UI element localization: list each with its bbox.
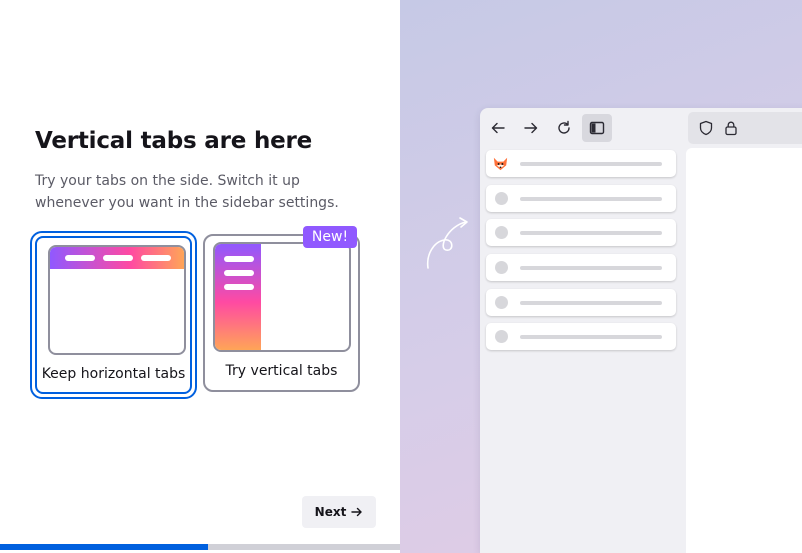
next-button[interactable]: Next bbox=[302, 496, 376, 528]
forward-arrow-icon bbox=[516, 114, 546, 142]
browser-toolbar bbox=[480, 108, 802, 148]
selected-indicator: Keep horizontal tabs bbox=[35, 236, 192, 394]
new-badge: New! bbox=[303, 226, 357, 248]
back-arrow-icon bbox=[483, 114, 513, 142]
vertical-tab-list bbox=[480, 148, 685, 553]
curved-arrow-icon bbox=[426, 217, 468, 269]
sidebar-icon bbox=[582, 114, 612, 142]
horizontal-tabs-preview bbox=[48, 245, 186, 355]
tab-item bbox=[486, 150, 676, 177]
vertical-tabs-preview bbox=[213, 242, 351, 352]
browser-mockup bbox=[480, 108, 802, 553]
keep-horizontal-tabs-option[interactable]: Keep horizontal tabs bbox=[30, 231, 197, 399]
shield-icon bbox=[699, 120, 713, 136]
tab-item bbox=[486, 219, 676, 246]
option-label: Try vertical tabs bbox=[225, 363, 338, 379]
progress-bar bbox=[0, 544, 400, 550]
progress-fill bbox=[0, 544, 208, 550]
option-label: Keep horizontal tabs bbox=[41, 366, 186, 382]
vertical-tab-strip bbox=[215, 244, 261, 350]
reload-icon bbox=[549, 114, 579, 142]
tab-item bbox=[486, 254, 676, 281]
address-bar bbox=[688, 112, 802, 144]
arrow-right-icon bbox=[351, 507, 363, 517]
next-label: Next bbox=[314, 505, 347, 519]
page-content-area bbox=[686, 148, 802, 553]
tab-item bbox=[486, 289, 676, 316]
illustration-panel bbox=[400, 0, 802, 553]
tab-item bbox=[486, 185, 676, 212]
lock-icon bbox=[725, 121, 737, 136]
fox-favicon-icon bbox=[493, 157, 508, 171]
tab-item bbox=[486, 323, 676, 350]
try-vertical-tabs-option[interactable]: Try vertical tabs bbox=[203, 234, 360, 392]
horizontal-tab-strip bbox=[50, 247, 184, 269]
page-title: Vertical tabs are here bbox=[35, 128, 313, 154]
onboarding-panel: Vertical tabs are here Try your tabs on … bbox=[0, 0, 400, 553]
page-subtitle: Try your tabs on the side. Switch it up … bbox=[35, 173, 339, 211]
